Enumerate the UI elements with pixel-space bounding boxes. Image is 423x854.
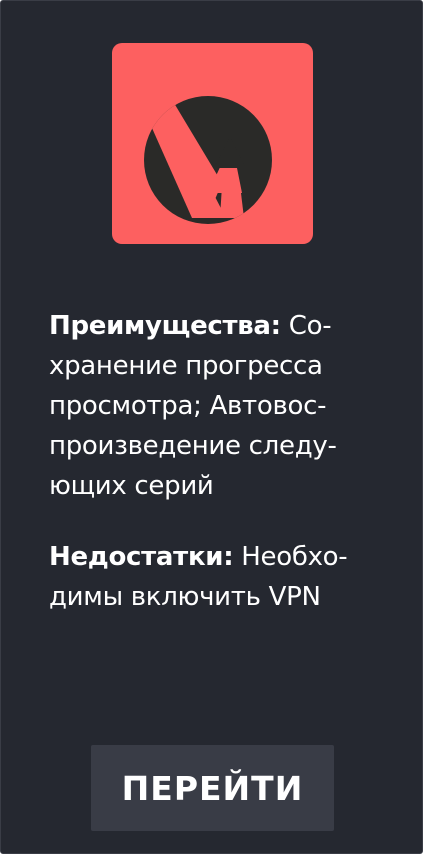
pros-text: Преимущества: Со- хранение прогресса про… [49, 306, 379, 506]
pros-label: Преимущества: [49, 311, 281, 341]
cons-line: Необхо- [241, 542, 348, 572]
cons-label: Недостатки: [49, 542, 234, 572]
cons-text: Недостатки: Необхо- димы включить VPN [49, 537, 379, 617]
pros-line: хранение прогресса [49, 351, 323, 381]
anixart-a-logo-icon [144, 96, 272, 224]
app-card: Преимущества: Со- хранение прогресса про… [0, 0, 423, 854]
app-logo-icon [112, 43, 313, 244]
cons-line: димы включить VPN [49, 582, 321, 612]
pros-line: Со- [288, 311, 332, 341]
go-button[interactable]: ПЕРЕЙТИ [91, 745, 334, 831]
pros-line: ющих серий [49, 471, 214, 501]
pros-line: произведение следу- [49, 431, 337, 461]
pros-line: просмотра; Автовос- [49, 391, 327, 421]
